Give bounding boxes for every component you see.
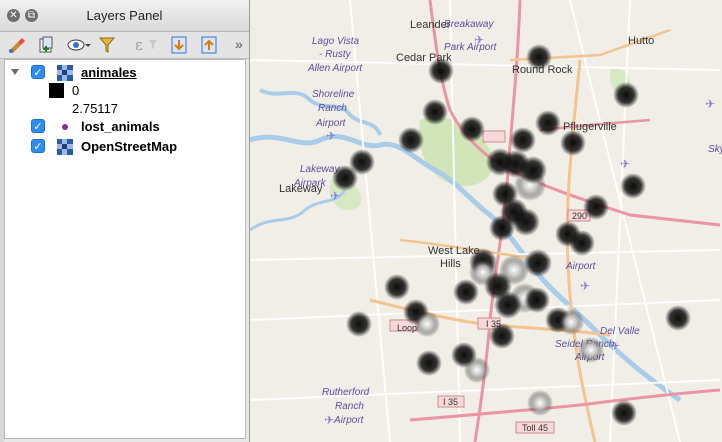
map-label: Breakaway [444,19,494,30]
legend-item: 0 [47,82,197,100]
map-label: Skye [708,144,722,155]
open-layer-styling-icon[interactable] [8,35,26,55]
layer-name: lost_animals [81,119,160,134]
toolbar-overflow-icon[interactable]: » [235,36,243,52]
layer-tree: ✓ animales 0 2.75117 ✓ lost_animals ✓ Op… [4,59,246,439]
panel-titlebar: ✕ ⧉ Layers Panel [0,0,249,32]
map-label: Lakeway [279,183,323,195]
panel-title: Layers Panel [86,8,163,23]
svg-text:✈: ✈ [324,413,334,427]
layers-toolbar: ε » [0,32,249,59]
map-label: Hills [440,258,461,270]
expand-arrow-icon[interactable] [10,67,20,77]
map-label: Park Airport [444,42,498,53]
layer-name: OpenStreetMap [81,139,178,154]
add-group-icon[interactable] [37,35,55,55]
checkmark-icon: ✓ [33,67,43,79]
map-canvas[interactable]: ✈ ✈ ✈ ✈ ✈ ✈ ✈ ✈ Leander Breakaway Park Airport H… [250,0,722,442]
legend-max-label: 2.75117 [72,101,119,116]
layer-item-lost-animals[interactable]: ✓ lost_animals [5,118,243,136]
map-label: Rutherford [322,387,370,398]
map-label: Ranch [335,401,364,412]
point-symbol-icon [62,124,68,130]
map-label: Toll 45 [522,423,548,433]
svg-text:✈: ✈ [326,129,336,143]
basemap: ✈✈✈ ✈✈✈ ✈✈ LeanderBreakawayPark AirportH… [250,0,722,442]
layer-name: animales [81,65,137,80]
map-label: Hutto [628,35,654,47]
map-label: Del Valle [600,326,640,337]
raster-layer-icon [57,65,73,81]
layer-item-animales[interactable]: ✓ animales [5,64,243,82]
filter-legend-icon[interactable] [98,35,116,55]
map-label: Lago Vista [312,36,360,47]
svg-text:ε: ε [135,36,143,54]
checkmark-icon: ✓ [33,141,43,153]
svg-text:✈: ✈ [330,189,340,203]
map-label: Airport [333,415,365,426]
layer-visibility-checkbox[interactable]: ✓ [31,139,45,153]
svg-text:✈: ✈ [705,97,715,111]
layer-item-openstreetmap[interactable]: ✓ OpenStreetMap [5,138,243,156]
filter-expression-icon[interactable]: ε [133,35,159,55]
checkmark-icon: ✓ [33,121,43,133]
svg-text:✈: ✈ [580,279,590,293]
map-label: Airport [565,261,597,272]
map-label: Shoreline [312,89,355,100]
legend-min-label: 0 [72,83,80,98]
layers-panel: ✕ ⧉ Layers Panel ε » ✓ animales 0 2.7511… [0,0,250,442]
legend-swatch-min [49,83,64,98]
manage-visibility-icon[interactable] [67,35,91,55]
svg-text:✈: ✈ [620,157,630,171]
map-label: - Rusty [319,49,352,60]
legend-item: 2.75117 [47,100,197,118]
map-label: Allen Airport [307,63,363,74]
map-label: Ranch [318,103,347,114]
layer-visibility-checkbox[interactable]: ✓ [31,119,45,133]
map-label: I 35 [443,397,458,407]
raster-layer-icon [57,139,73,155]
expand-all-icon[interactable] [170,35,188,55]
collapse-all-icon[interactable] [200,35,218,55]
layer-visibility-checkbox[interactable]: ✓ [31,65,45,79]
map-label: Airport [315,118,347,129]
